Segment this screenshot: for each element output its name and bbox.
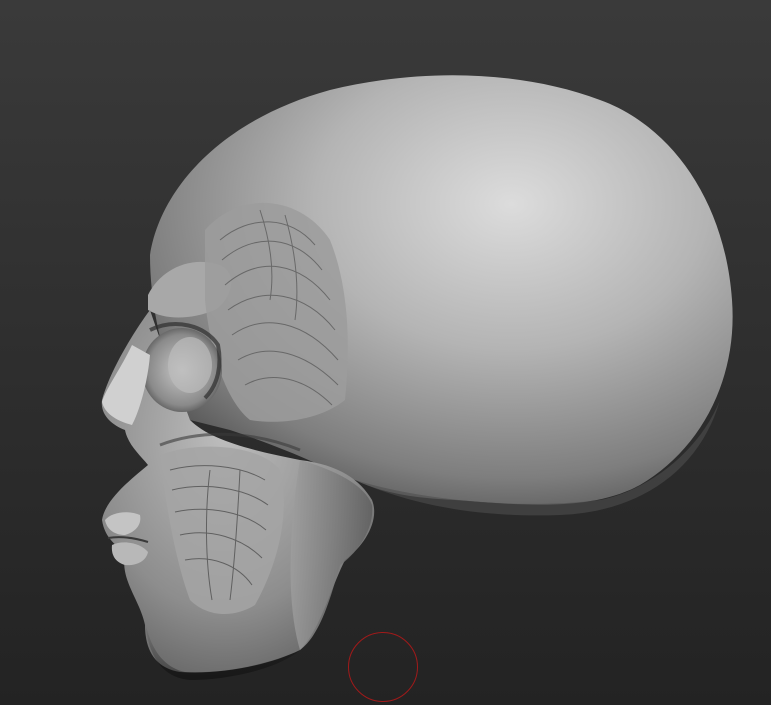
jaw-shade bbox=[290, 460, 373, 650]
eye-socket-inner bbox=[168, 337, 212, 393]
sculpt-viewport[interactable] bbox=[0, 0, 771, 705]
sculpt-model[interactable] bbox=[0, 0, 771, 705]
